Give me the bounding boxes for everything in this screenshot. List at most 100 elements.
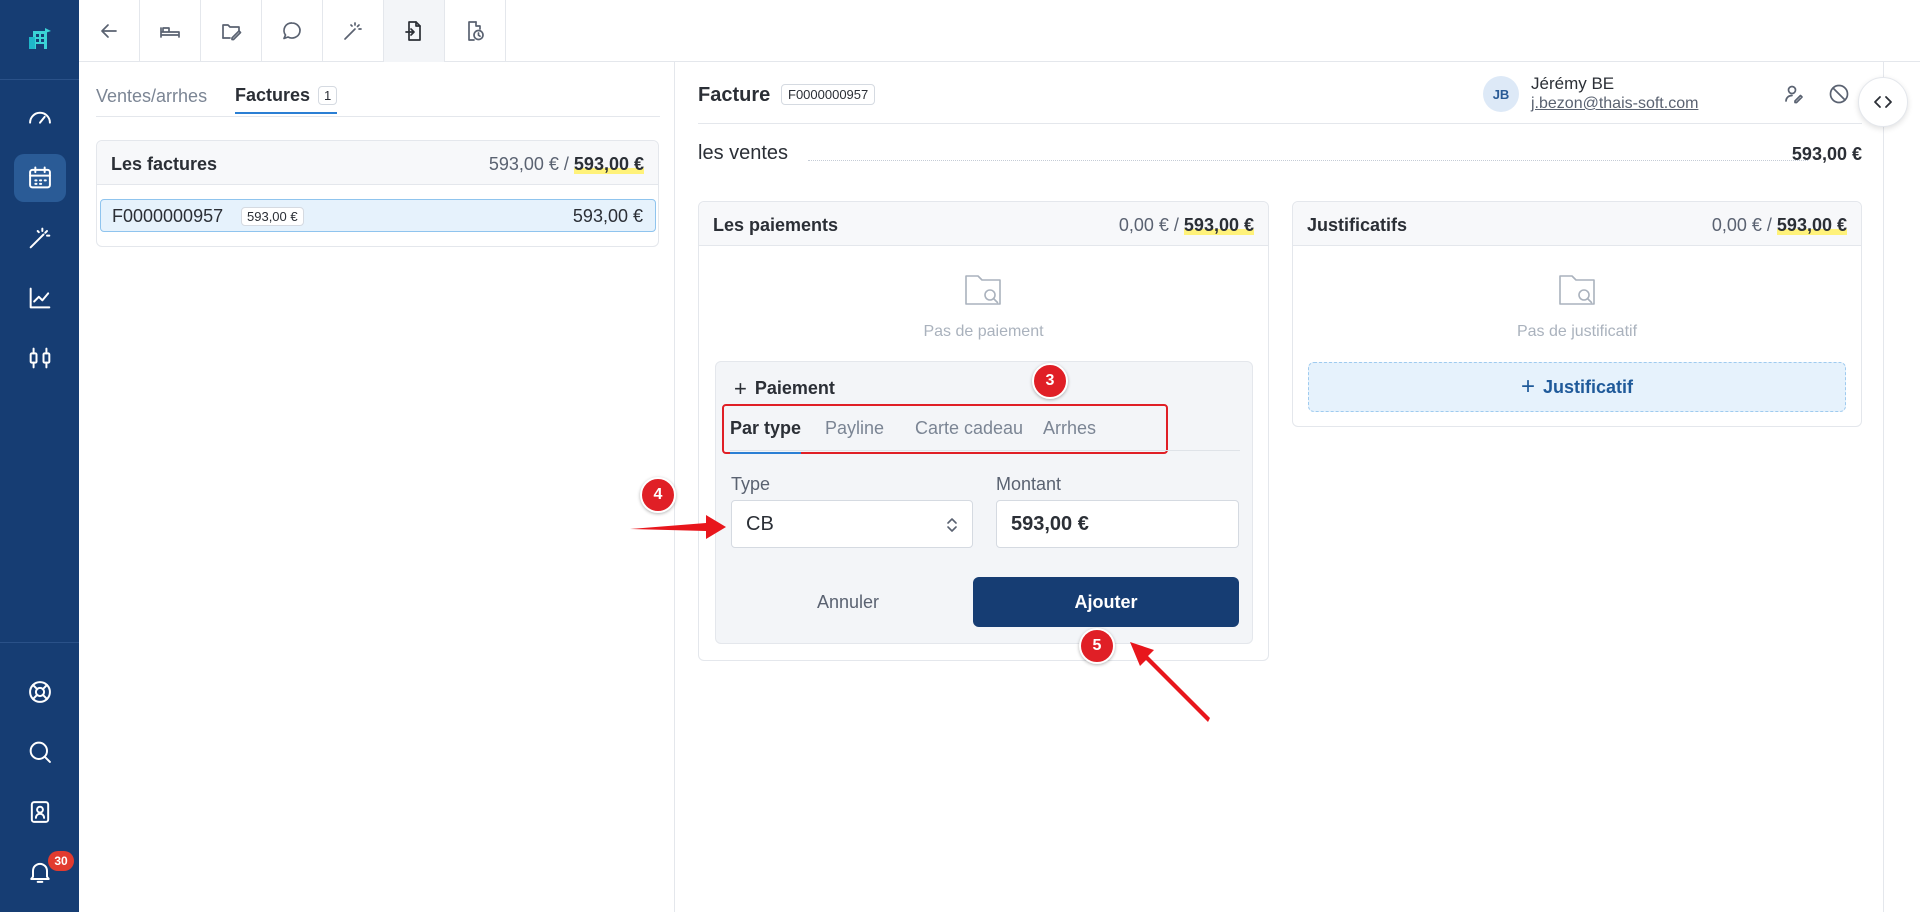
calendar-icon[interactable]	[14, 154, 66, 202]
invoices-card-header: Les factures 593,00 € / 593,00 €	[97, 141, 658, 185]
tab-factures[interactable]: Factures 1	[235, 78, 338, 114]
right-panel-border	[1883, 62, 1884, 912]
tab-arrhes[interactable]: Arrhes	[1043, 418, 1096, 454]
invoice-title: Facture	[698, 84, 771, 106]
chat-bubble-icon	[283, 22, 301, 40]
bed-icon	[160, 27, 180, 38]
annotation-marker-3: 3	[1032, 363, 1068, 399]
cancel-button[interactable]: Annuler	[731, 577, 965, 627]
lifebuoy-icon[interactable]	[14, 668, 66, 716]
invoice-code-badge: F0000000957	[781, 84, 876, 105]
add-payment-button[interactable]: Ajouter	[973, 577, 1239, 627]
payment-form: + Paiement Par type Payline Carte cadeau…	[715, 361, 1253, 644]
plus-icon: +	[1520, 373, 1535, 400]
magic-button[interactable]	[323, 0, 384, 62]
amount-label: Montant	[996, 474, 1062, 494]
toggle-panel-button[interactable]	[1858, 77, 1908, 127]
invoices-card: Les factures 593,00 € / 593,00 € F000000…	[96, 140, 659, 247]
justificatifs-total-amount: 593,00 €	[1776, 215, 1847, 235]
tab-carte-cadeau[interactable]: Carte cadeau	[915, 418, 1023, 454]
ban-icon	[1829, 84, 1849, 104]
add-justificatif-label: Justificatif	[1542, 376, 1634, 397]
no-justificatif-text: Pas de justificatif	[1516, 323, 1638, 340]
annotation-marker-5: 5	[1079, 628, 1115, 664]
payment-type-value: CB	[746, 513, 774, 535]
payments-card: Les paiements 0,00 € / 593,00 € Pas de p…	[698, 201, 1269, 661]
payments-card-title: Les paiements	[713, 215, 839, 235]
invoice-row[interactable]: F0000000957 593,00 € 593,00 €	[100, 199, 656, 232]
invoices-card-title: Les factures	[111, 154, 218, 174]
payment-tabs-divider	[730, 450, 1240, 451]
invoices-total-amount: 593,00 €	[573, 154, 644, 174]
invoices-paid-amount: 593,00 € /	[488, 154, 569, 174]
invoice-detail-pane: Facture F0000000957 JB Jérémy BE j.bezon…	[676, 62, 1883, 912]
tab-ventes-arrhes[interactable]: Ventes/arrhes	[96, 78, 207, 114]
hotel-logo-icon[interactable]	[0, 0, 79, 80]
justificatifs-card-amount: 0,00 € / 593,00 €	[1712, 215, 1847, 236]
folder-edit-button[interactable]	[201, 0, 262, 62]
sales-amount: 593,00 €	[1791, 144, 1862, 164]
search-icon[interactable]	[14, 728, 66, 776]
notification-count-badge: 30	[48, 851, 74, 871]
sidebar-divider	[0, 642, 79, 643]
tab-count-badge: 1	[318, 85, 338, 105]
annotation-marker-4: 4	[640, 477, 676, 513]
folder-search-icon	[1557, 272, 1597, 308]
rooms-button[interactable]	[140, 0, 201, 62]
type-label: Type	[731, 474, 771, 494]
tab-payline[interactable]: Payline	[825, 418, 884, 454]
chart-line-icon[interactable]	[14, 274, 66, 322]
user-email-link[interactable]: j.bezon@thais-soft.com	[1531, 95, 1698, 113]
top-toolbar	[79, 0, 1920, 62]
folder-search-icon	[963, 272, 1003, 308]
cancel-invoice-button[interactable]	[1827, 82, 1853, 108]
file-history-button[interactable]	[445, 0, 506, 62]
invoice-number: F0000000957	[112, 206, 224, 226]
tab-label: Factures	[235, 84, 311, 105]
arrow-left-icon	[101, 24, 117, 38]
payment-type-select[interactable]: CB	[731, 500, 973, 548]
magic-wand-icon	[344, 22, 362, 40]
sales-leader-dots	[808, 160, 1808, 161]
tab-par-type[interactable]: Par type	[730, 418, 802, 454]
magic-wand-icon[interactable]	[14, 214, 66, 262]
invoice-import-button[interactable]	[384, 0, 445, 62]
payment-method-tabs: Par type Payline Carte cadeau Arrhes	[722, 404, 1168, 454]
sliders-icon[interactable]	[14, 334, 66, 382]
folder-edit-icon	[222, 24, 242, 41]
sales-label: les ventes	[698, 142, 789, 164]
plus-icon: +	[734, 375, 747, 401]
contact-card-icon[interactable]	[14, 788, 66, 836]
messages-button[interactable]	[262, 0, 323, 62]
payments-card-header: Les paiements 0,00 € / 593,00 €	[699, 202, 1268, 246]
file-import-icon	[405, 21, 421, 41]
justificatifs-card: Justificatifs 0,00 € / 593,00 € Pas de j…	[1292, 201, 1862, 427]
invoice-amount: 593,00 €	[572, 206, 643, 226]
add-justificatif-button[interactable]: + Justificatif	[1308, 362, 1846, 412]
invoices-pane: Ventes/arrhes Factures 1 Les factures 59…	[79, 62, 675, 912]
file-clock-icon	[468, 21, 484, 41]
back-button[interactable]	[79, 0, 140, 62]
tabs-divider	[96, 116, 660, 117]
justificatifs-card-title: Justificatifs	[1307, 215, 1408, 235]
no-payment-text: Pas de paiement	[923, 323, 1044, 340]
dashboard-gauge-icon[interactable]	[14, 94, 66, 142]
payments-total-amount: 593,00 €	[1183, 215, 1254, 235]
justificatifs-card-header: Justificatifs 0,00 € / 593,00 €	[1293, 202, 1861, 246]
invoice-small-amount: 593,00 €	[241, 207, 304, 226]
payments-paid-amount: 0,00 € /	[1118, 215, 1179, 235]
payments-card-amount: 0,00 € / 593,00 €	[1119, 215, 1254, 236]
payment-form-title-text: Paiement	[754, 378, 835, 398]
code-brackets-icon	[1874, 96, 1892, 108]
edit-user-button[interactable]	[1782, 82, 1808, 108]
amount-value: 593,00 €	[1011, 513, 1089, 535]
payment-form-title: + Paiement	[734, 375, 835, 401]
user-edit-icon	[1785, 85, 1803, 104]
tab-label: Ventes/arrhes	[96, 85, 208, 106]
amount-input[interactable]: 593,00 €	[996, 500, 1239, 548]
select-arrows-icon	[946, 515, 958, 535]
justificatifs-paid-amount: 0,00 € /	[1711, 215, 1772, 235]
avatar: JB	[1483, 76, 1519, 112]
header-divider	[698, 123, 1862, 124]
invoices-card-amount: 593,00 € / 593,00 €	[489, 154, 644, 175]
